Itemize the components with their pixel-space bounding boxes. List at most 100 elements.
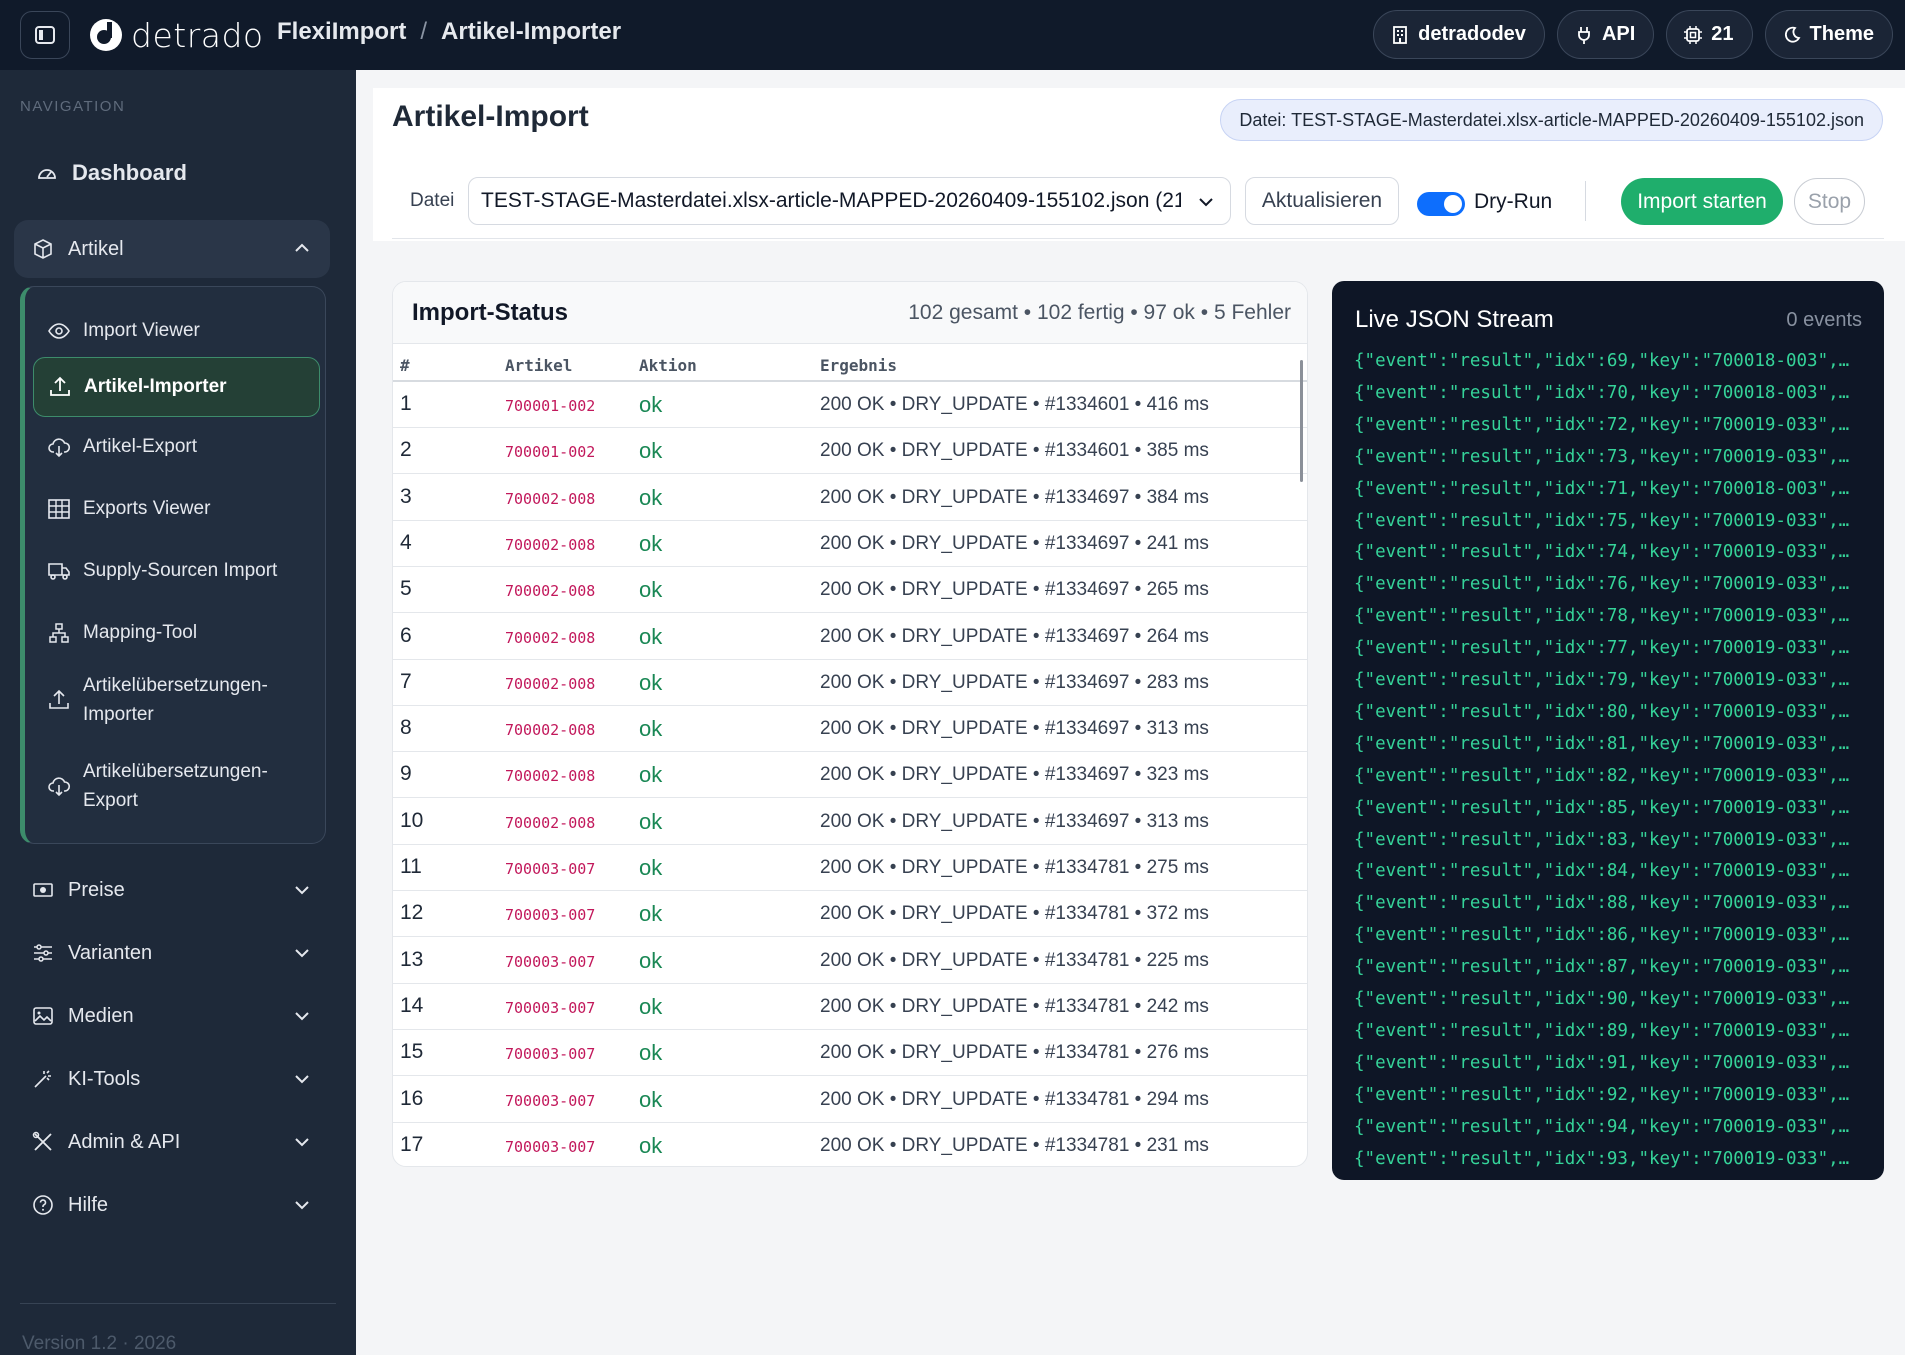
stream-line: {"event":"result","idx":71,"key":"700018… <box>1354 478 1850 499</box>
stream-line: {"event":"result","idx":87,"key":"700019… <box>1354 957 1850 978</box>
table-row[interactable]: 11 700003-007 ok 200 OK • DRY_UPDATE • #133… <box>393 845 1307 891</box>
sidebar-group-admin-api[interactable]: Admin & API <box>14 1114 330 1170</box>
status-summary: 102 gesamt • 102 fertig • 97 ok • 5 Fehl… <box>908 301 1291 324</box>
breadcrumb-root[interactable]: FlexiImport <box>277 18 406 46</box>
stream-line: {"event":"result","idx":78,"key":"700019… <box>1354 606 1850 627</box>
row-ergebnis: 200 OK • DRY_UPDATE • #1334697 • 283 ms <box>820 671 1209 693</box>
api-button[interactable]: API <box>1556 10 1655 59</box>
table-row[interactable]: 8 700002-008 ok 200 OK • DRY_UPDATE • #1334… <box>393 706 1307 753</box>
artikel-submenu: Import Viewer Artikel-Importer Artikel-E… <box>20 286 326 844</box>
row-artikel: 700001-002 <box>505 397 596 415</box>
table-row[interactable]: 2 700001-002 ok 200 OK • DRY_UPDATE • #1334… <box>393 428 1307 475</box>
nav-heading: NAVIGATION <box>20 98 126 115</box>
question-icon <box>33 1195 53 1215</box>
refresh-button[interactable]: Aktualisieren <box>1245 177 1399 225</box>
row-number: 11 <box>400 855 422 878</box>
file-select[interactable]: TEST-STAGE-Masterdatei.xlsx-article-MAPP… <box>468 177 1231 225</box>
dry-run-label[interactable]: Dry-Run <box>1474 190 1552 214</box>
sidebar-item-artikeluebersetzungen-importer[interactable]: Artikelübersetzungen- Importer <box>33 669 320 731</box>
table-row[interactable]: 15 700003-007 ok 200 OK • DRY_UPDATE • #133… <box>393 1030 1307 1077</box>
dry-run-toggle[interactable] <box>1417 192 1465 216</box>
sidebar-group-artikel[interactable]: Artikel <box>14 220 330 278</box>
table-row[interactable]: 17 700003-007 ok 200 OK • DRY_UPDATE • #133… <box>393 1123 1307 1166</box>
row-artikel: 700003-007 <box>505 906 596 925</box>
table-scrollbar[interactable] <box>1300 360 1303 482</box>
row-number: 10 <box>400 808 424 832</box>
jobs-button[interactable]: 21 <box>1666 10 1753 59</box>
row-ergebnis: 200 OK • DRY_UPDATE • #1334697 • 323 ms <box>820 764 1209 786</box>
table-row[interactable]: 10 700002-008 ok 200 OK • DRY_UPDATE • #133… <box>393 799 1307 845</box>
table-row[interactable]: 6 700002-008 ok 200 OK • DRY_UPDATE • #1334… <box>393 614 1307 660</box>
sidebar-group-medien[interactable]: Medien <box>14 988 330 1044</box>
sidebar-item-dashboard[interactable]: Dashboard <box>18 145 334 201</box>
stream-line: {"event":"result","idx":94,"key":"700019… <box>1354 1116 1850 1137</box>
stream-line: {"event":"result","idx":89,"key":"700019… <box>1354 1020 1850 1041</box>
row-artikel: 700003-007 <box>505 1091 596 1110</box>
row-ergebnis: 200 OK • DRY_UPDATE • #1334781 • 276 ms <box>820 1042 1209 1064</box>
row-number: 17 <box>400 1132 424 1156</box>
stream-line: {"event":"result","idx":85,"key":"700019… <box>1354 797 1850 818</box>
table-row[interactable]: 1 700001-002 ok 200 OK • DRY_UPDATE • #1334… <box>393 382 1307 428</box>
sidebar-item-label: Artikel-Importer <box>84 376 227 397</box>
sidebar-group-hilfe[interactable]: Hilfe <box>14 1177 330 1233</box>
sidebar-toggle-button[interactable] <box>20 11 70 59</box>
table-row[interactable]: 5 700002-008 ok 200 OK • DRY_UPDATE • #1334… <box>393 567 1307 614</box>
table-row[interactable]: 3 700002-008 ok 200 OK • DRY_UPDATE • #1334… <box>393 475 1307 521</box>
table-icon <box>48 499 70 519</box>
theme-button[interactable]: Theme <box>1764 10 1893 59</box>
plug-icon <box>1578 26 1590 44</box>
sidebar-item-artikel-importer[interactable]: Artikel-Importer <box>33 357 320 417</box>
sidebar-item-artikeluebersetzungen-export[interactable]: Artikelübersetzungen- Export <box>33 755 320 817</box>
sidebar-group-varianten[interactable]: Varianten <box>14 925 330 981</box>
theme-label: Theme <box>1809 23 1874 45</box>
sidebar-item-label: Medien <box>68 1004 134 1027</box>
sliders-icon <box>34 944 52 962</box>
sidebar: NAVIGATION Dashboard Artikel Import View… <box>0 70 356 1355</box>
column-header-artikel: Artikel <box>505 356 573 375</box>
sidebar-item-label-line1: Artikelübersetzungen- <box>83 761 268 782</box>
sidebar-item-import-viewer[interactable]: Import Viewer <box>33 309 320 353</box>
stream-line: {"event":"result","idx":70,"key":"700018… <box>1354 382 1850 403</box>
table-row[interactable]: 7 700002-008 ok 200 OK • DRY_UPDATE • #1334… <box>393 660 1307 706</box>
row-artikel: 700002-008 <box>505 674 596 693</box>
stream-line: {"event":"result","idx":76,"key":"700019… <box>1354 574 1850 595</box>
table-row[interactable]: 14 700003-007 ok 200 OK • DRY_UPDATE • #133… <box>393 984 1307 1030</box>
breadcrumb-separator: / <box>420 18 428 45</box>
chevron-down-icon <box>295 1201 309 1210</box>
file-select-label: Datei <box>410 190 455 211</box>
row-aktion: ok <box>639 392 663 417</box>
row-artikel: 700003-007 <box>505 952 596 971</box>
breadcrumb: FlexiImport / Artikel-Importer <box>277 18 621 46</box>
sidebar-item-label: Artikelübersetzungen- Export <box>83 757 268 815</box>
table-row[interactable]: 12 700003-007 ok 200 OK • DRY_UPDATE • #133… <box>393 891 1307 938</box>
chevron-down-icon <box>295 1012 309 1021</box>
brand-logo[interactable]: detrado <box>89 14 264 56</box>
table-row[interactable]: 13 700003-007 ok 200 OK • DRY_UPDATE • #133… <box>393 938 1307 984</box>
sidebar-group-ki-tools[interactable]: KI-Tools <box>14 1051 330 1107</box>
stop-button[interactable]: Stop <box>1794 178 1865 225</box>
sidebar-item-supply-sourcen-import[interactable]: Supply-Sourcen Import <box>33 549 320 593</box>
chevron-down-icon <box>295 949 309 958</box>
sidebar-item-label: Mapping-Tool <box>83 622 198 643</box>
table-row[interactable]: 4 700002-008 ok 200 OK • DRY_UPDATE • #1334… <box>393 521 1307 567</box>
cloud-download-icon <box>48 777 71 797</box>
row-number: 5 <box>400 577 412 601</box>
sidebar-item-label: Supply-Sourcen Import <box>83 560 278 581</box>
sidebar-item-artikel-export[interactable]: Artikel-Export <box>33 425 320 469</box>
tenant-button[interactable]: detradodev <box>1373 10 1545 59</box>
sidebar-item-label: Artikelübersetzungen- Importer <box>83 671 268 729</box>
sidebar-item-label-line2: Export <box>83 790 138 811</box>
sidebar-toggle-icon <box>35 26 55 44</box>
start-import-button[interactable]: Import starten <box>1621 178 1783 225</box>
row-aktion: ok <box>639 530 663 556</box>
row-aktion: ok <box>639 901 663 927</box>
sidebar-group-preise[interactable]: Preise <box>14 862 330 918</box>
row-ergebnis: 200 OK • DRY_UPDATE • #1334697 • 313 ms <box>820 718 1209 740</box>
row-artikel: 700003-007 <box>505 1137 596 1156</box>
building-icon <box>1393 25 1408 44</box>
table-row[interactable]: 16 700003-007 ok 200 OK • DRY_UPDATE • #133… <box>393 1077 1307 1123</box>
sidebar-item-exports-viewer[interactable]: Exports Viewer <box>33 487 320 531</box>
table-row[interactable]: 9 700002-008 ok 200 OK • DRY_UPDATE • #1334… <box>393 752 1307 799</box>
row-artikel: 700002-008 <box>505 535 596 554</box>
sidebar-item-mapping-tool[interactable]: Mapping-Tool <box>33 611 320 655</box>
